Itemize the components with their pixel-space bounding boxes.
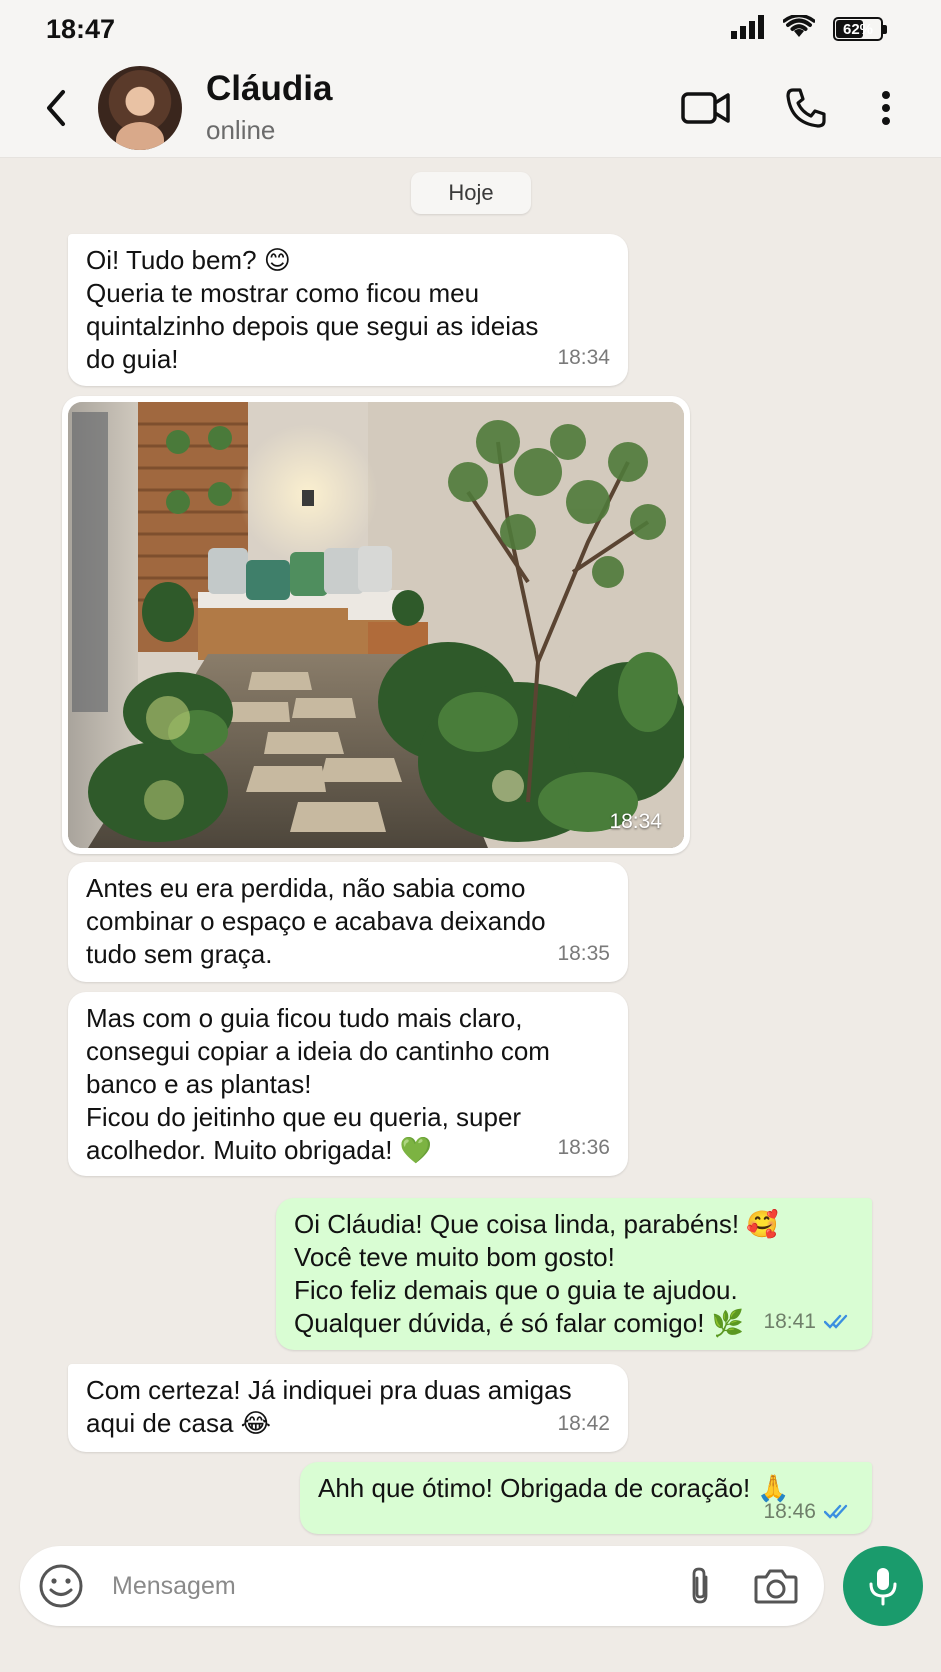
paperclip-icon[interactable]: [686, 1565, 714, 1607]
message-bubble-incoming[interactable]: Com certeza! Já indiquei pra duas amigas…: [68, 1364, 628, 1452]
message-time: 18:42: [557, 1412, 610, 1435]
signal-icon: [731, 14, 765, 44]
garden-photo-illustration: [68, 402, 684, 848]
message-bubble-outgoing[interactable]: Ahh que ótimo! Obrigada de coração! 🙏 18…: [300, 1462, 872, 1534]
chat-header: Cláudia online: [0, 58, 941, 158]
message-bubble-outgoing[interactable]: Oi Cláudia! Que coisa linda, parabéns! 🥰…: [276, 1198, 872, 1350]
garden-photo[interactable]: 18:34: [68, 402, 684, 848]
microphone-icon: [869, 1568, 897, 1606]
more-options-icon[interactable]: [881, 90, 891, 126]
message-time: 18:35: [557, 942, 610, 965]
battery-icon: 62%: [833, 17, 887, 41]
message-time-with-status: 18:46: [763, 1495, 854, 1528]
back-arrow-icon: [47, 89, 65, 126]
status-icons: 62%: [731, 13, 887, 44]
message-composer: [20, 1546, 824, 1626]
contact-name: Cláudia: [206, 69, 333, 108]
read-receipt-icon: [824, 1503, 854, 1521]
message-text: Com certeza! Já indiquei pra duas amigas…: [86, 1375, 572, 1438]
message-input[interactable]: [112, 1571, 686, 1601]
contact-status: online: [206, 115, 276, 145]
read-receipt-icon: [824, 1313, 854, 1331]
wifi-icon: [782, 13, 816, 44]
photo-time: 18:34: [609, 810, 662, 833]
date-chip: Hoje: [411, 172, 531, 214]
back-button[interactable]: [26, 78, 86, 138]
chat-area[interactable]: Hoje Oi! Tudo bem? 😊 Queria te mostrar c…: [0, 158, 941, 1538]
message-time: 18:41: [763, 1310, 816, 1333]
message-time-with-status: 18:41: [763, 1305, 854, 1338]
avatar[interactable]: [98, 65, 182, 150]
battery-text: 62%: [842, 20, 874, 38]
status-bar: 18:47 62%: [0, 0, 941, 58]
message-bubble-incoming[interactable]: Mas com o guia ficou tudo mais claro, co…: [68, 992, 628, 1176]
microphone-button[interactable]: [843, 1546, 923, 1626]
message-time: 18:36: [557, 1136, 610, 1159]
header-actions: [681, 87, 891, 129]
message-text: Mas com o guia ficou tudo mais claro, co…: [86, 1003, 550, 1165]
message-text: Antes eu era perdida, não sabia como com…: [86, 873, 546, 969]
status-time: 18:47: [46, 13, 116, 44]
emoji-icon[interactable]: [38, 1563, 84, 1609]
message-time: 18:46: [763, 1500, 816, 1523]
camera-icon[interactable]: [754, 1567, 798, 1605]
message-text: Oi! Tudo bem? 😊 Queria te mostrar como f…: [86, 245, 539, 374]
message-bubble-incoming[interactable]: Antes eu era perdida, não sabia como com…: [68, 862, 628, 982]
image-message[interactable]: 18:34: [62, 396, 690, 854]
phone-call-icon[interactable]: [785, 87, 827, 129]
message-time: 18:34: [557, 346, 610, 369]
contact-info[interactable]: Cláudia online: [206, 69, 332, 146]
video-call-icon[interactable]: [681, 90, 731, 126]
message-bubble-incoming[interactable]: Oi! Tudo bem? 😊 Queria te mostrar como f…: [68, 234, 628, 386]
